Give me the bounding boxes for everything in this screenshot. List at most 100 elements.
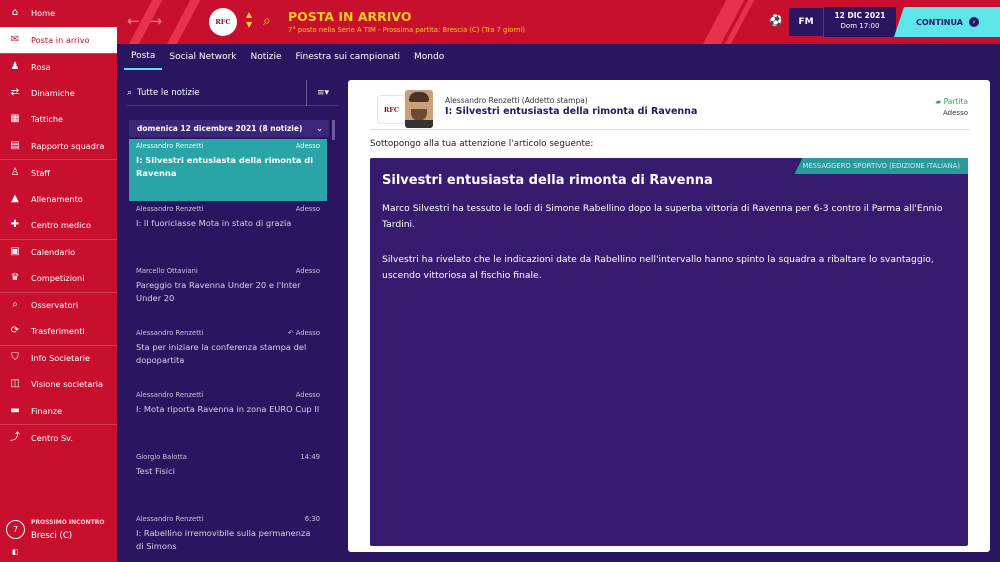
back-arrow-icon[interactable]: ←: [127, 12, 150, 30]
sidebar-item-label: Trasferimenti: [31, 326, 85, 337]
item-sender: Alessandro Renzetti: [136, 329, 204, 337]
tab-bar: Posta Social Network Notizie Finestra su…: [117, 44, 1000, 70]
item-sender: Giorgio Balotta: [136, 453, 187, 461]
item-subject: Sta per iniziare la conferenza stampa de…: [136, 342, 307, 365]
next-match-widget[interactable]: 7 PROSSIMO INCONTRO Bresci (C) ◧: [0, 510, 117, 562]
item-time: Adesso: [295, 142, 320, 150]
tactics-icon: ▦: [10, 113, 20, 125]
history-nav: ←→: [127, 12, 172, 30]
sidebar-item-club-info[interactable]: ⛉ Info Societarie: [0, 344, 117, 372]
tag-label: Partita: [943, 97, 968, 106]
tag-icon: ▰: [935, 97, 944, 106]
sidebar-item-medical[interactable]: ✚ Centro medico: [0, 212, 117, 239]
item-subject: I: Il fuoriclasse Mota in stato di grazi…: [136, 218, 292, 228]
sidebar-item-label: Osservatori: [31, 300, 79, 311]
sidebar-item-label: Staff: [31, 167, 51, 178]
tab-social-network[interactable]: Social Network: [162, 44, 243, 70]
item-sender: Alessandro Renzetti: [136, 515, 204, 523]
list-item[interactable]: Alessandro Renzetti Adesso I: Il fuoricla…: [129, 202, 327, 264]
sidebar-item-competitions[interactable]: ♛ Competizioni: [0, 265, 117, 292]
group-label: domenica 12 dicembre 2021 (8 notizie): [137, 124, 303, 133]
squad-icon: ♟: [10, 60, 20, 72]
sidebar-item-tactics[interactable]: ▦ Tattiche: [0, 106, 117, 133]
sidebar-item-squad[interactable]: ♟ Rosa: [0, 53, 117, 80]
item-subject: I: Rabellino irremovibile sulla permanen…: [136, 528, 311, 551]
sidebar-item-inbox[interactable]: ✉ Posta in arrivo: [0, 26, 117, 53]
search-icon[interactable]: ⌕: [263, 13, 271, 29]
item-subject: Test Fisici: [136, 466, 175, 476]
sidebar-item-club-vision[interactable]: ◫ Visione societaria: [0, 371, 117, 398]
news-filter[interactable]: ⌕ Tutte le notizie ≡▾: [127, 80, 339, 106]
tab-league-window[interactable]: Finestra sui campionati: [289, 44, 408, 70]
sidebar-item-finances[interactable]: ▬ Finanze: [0, 398, 117, 425]
list-item[interactable]: Alessandro Renzetti Adesso I: Silvestri e…: [129, 139, 327, 201]
tab-news[interactable]: Notizie: [243, 44, 288, 70]
message-sender[interactable]: Alessandro Renzetti (Addetto stampa): [445, 96, 588, 105]
sidebar-item-label: Dinamiche: [31, 87, 75, 98]
forward-arrow-icon[interactable]: →: [150, 12, 173, 30]
message-pane: RFC Alessandro Renzetti (Addetto stampa)…: [348, 80, 990, 552]
sidebar-item-scouting[interactable]: ⌕ Osservatori: [0, 291, 117, 319]
sender-club-crest: RFC: [377, 95, 406, 124]
sidebar-item-calendar[interactable]: ▣ Calendario: [0, 238, 117, 266]
up-down-chevron-icon[interactable]: ▲ ▼: [246, 10, 252, 30]
filter-menu-button[interactable]: ≡▾: [306, 80, 339, 106]
fm-menu-button[interactable]: FM: [789, 8, 823, 36]
sidebar-item-label: Competizioni: [31, 273, 85, 284]
tab-world[interactable]: Mondo: [407, 44, 451, 70]
next-match-label: PROSSIMO INCONTRO: [31, 519, 105, 526]
sidebar-collapse-icon[interactable]: ◧: [12, 548, 19, 556]
sidebar-item-home[interactable]: ⌂ Home: [0, 0, 117, 27]
date-label: 12 DIC 2021: [834, 11, 886, 20]
report-icon: ▤: [10, 139, 20, 151]
page-title: POSTA IN ARRIVO: [288, 9, 412, 24]
finances-icon: ▬: [10, 404, 20, 416]
tab-mail[interactable]: Posta: [124, 44, 163, 70]
item-sender: Marcello Ottaviani: [136, 267, 198, 275]
article-source: MESSAGGERO SPORTIVO (EDIZIONE ITALIANA): [794, 158, 968, 174]
message-intro: Sottopongo alla tua attenzione l'articol…: [370, 139, 594, 149]
sidebar-item-training[interactable]: ▲ Allenamento: [0, 186, 117, 213]
sidebar-item-label: Centro Sv.: [31, 432, 73, 443]
article-title: Silvestri entusiasta della rimonta di Ra…: [382, 173, 713, 188]
game-date[interactable]: 12 DIC 2021 Dom 17:00: [824, 7, 896, 37]
page-subtitle: 7° posto nella Serie A TIM - Prossima pa…: [288, 26, 525, 34]
club-crest[interactable]: RFC: [209, 8, 237, 36]
sidebar-nav: ⌂ Home ✉ Posta in arrivo ♟ Rosa ⇄ Dinamiche …: [0, 0, 117, 451]
top-bar: ←→ RFC ▲ ▼ ⌕ POSTA IN ARRIVO 7° posto nel…: [117, 0, 1000, 44]
sender-photo[interactable]: [405, 90, 433, 128]
transfers-icon: ⟳: [10, 325, 20, 337]
next-match-opponent: Bresci (C): [31, 531, 73, 541]
reply-icon: ↶: [287, 329, 296, 337]
sidebar-item-dev-centre[interactable]: ⤴ Centro Sv.: [0, 424, 117, 451]
sidebar-item-staff[interactable]: ♙ Staff: [0, 159, 117, 186]
continue-button[interactable]: CONTINUA ›: [894, 7, 1000, 37]
list-item[interactable]: Alessandro Renzetti 6:30 I: Rabellino irr…: [129, 512, 327, 562]
item-time: Adesso: [295, 267, 320, 275]
scout-icon: ⌕: [12, 299, 18, 311]
item-subject: I: Silvestri entusiasta della rimonta di…: [136, 155, 314, 178]
list-scrollbar[interactable]: [332, 120, 335, 140]
list-item[interactable]: Giorgio Balotta 14:49 Test Fisici: [129, 450, 327, 512]
trophy-icon: ♛: [10, 272, 20, 284]
sidebar-item-label: Rosa: [31, 61, 51, 72]
search-icon: ⌕: [127, 87, 133, 98]
sidebar-item-label: Centro medico: [31, 220, 91, 231]
staff-icon: ♙: [10, 166, 20, 178]
training-icon: ▲: [11, 192, 19, 204]
date-group-header[interactable]: domenica 12 dicembre 2021 (8 notizie) ⌄: [129, 120, 329, 137]
days-to-match: 7: [6, 520, 25, 539]
sidebar-item-squad-report[interactable]: ▤ Rapporto squadra: [0, 133, 117, 160]
football-icon[interactable]: ⚽: [769, 14, 783, 27]
item-sender: Alessandro Renzetti: [136, 142, 204, 150]
dynamics-icon: ⇄: [10, 86, 20, 98]
sidebar-item-dynamics[interactable]: ⇄ Dinamiche: [0, 80, 117, 107]
list-item[interactable]: Marcello Ottaviani Adesso Pareggio tra Ra…: [129, 264, 327, 326]
list-item[interactable]: Alessandro Renzetti ↶ Adesso Sta per iniz…: [129, 326, 327, 388]
sidebar-item-label: Finanze: [31, 405, 63, 416]
calendar-icon: ▣: [10, 246, 20, 258]
inbox-list: ⌕ Tutte le notizie ≡▾ domenica 12 dicemb…: [117, 70, 340, 562]
home-icon: ⌂: [11, 7, 19, 19]
list-item[interactable]: Alessandro Renzetti Adesso I: Mota riport…: [129, 388, 327, 450]
sidebar-item-transfers[interactable]: ⟳ Trasferimenti: [0, 318, 117, 345]
